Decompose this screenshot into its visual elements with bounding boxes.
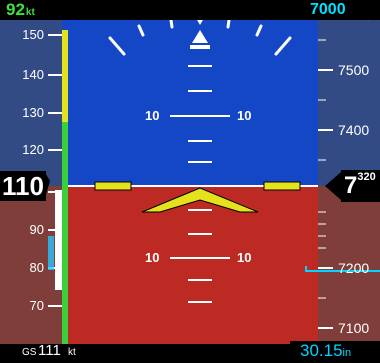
pitch-label-up-right: 10 [237, 108, 252, 123]
barometer-setting[interactable]: 30.15in [290, 341, 380, 360]
altitude-label-7400: 7400 [338, 122, 370, 138]
speed-label-150: 150 [22, 27, 44, 42]
right-wing-bar [263, 181, 301, 191]
ground-speed-label: GS [22, 347, 37, 358]
barometer-unit: in [342, 347, 352, 359]
selected-altitude-box: 7000 [300, 0, 380, 20]
airspeed-readout: 110 [0, 171, 46, 201]
indicated-airspeed-box: 92kt [0, 0, 72, 20]
altitude-readout-small: 320 [357, 171, 376, 183]
altitude-readout-main: 7 [344, 172, 358, 199]
airspeed-green-band [62, 122, 68, 344]
speed-trend-marker [48, 236, 54, 270]
speed-label-90: 90 [29, 222, 44, 237]
slip-bar [190, 45, 210, 49]
selected-altitude-value: 7000 [310, 1, 346, 18]
airspeed-white-band [55, 190, 62, 290]
indicated-airspeed-unit: kt [25, 7, 35, 18]
pitch-label-up-left: 10 [145, 108, 160, 123]
speed-label-120: 120 [22, 142, 44, 157]
pitch-label-down-left: 10 [145, 250, 160, 265]
ground-speed-unit: kt [68, 347, 76, 358]
airspeed-yellow-band [62, 30, 68, 122]
altitude-readout: 7320 [341, 170, 380, 202]
left-wing-bar [94, 181, 132, 191]
pitch-label-down-right: 10 [237, 250, 252, 265]
barometer-value: 30.15 [300, 341, 343, 360]
ground-speed-value: 111 [38, 342, 61, 359]
altitude-label-7200: 7200 [338, 260, 370, 276]
altitude-label-7100: 7100 [338, 320, 370, 336]
altitude-label-7500: 7500 [338, 62, 370, 78]
attitude-display [0, 0, 380, 360]
indicated-airspeed-value: 92 [6, 0, 25, 19]
speed-label-130: 130 [22, 105, 44, 120]
speed-label-80: 80 [29, 260, 44, 275]
speed-label-70: 70 [29, 298, 44, 313]
speed-label-140: 140 [22, 67, 44, 82]
